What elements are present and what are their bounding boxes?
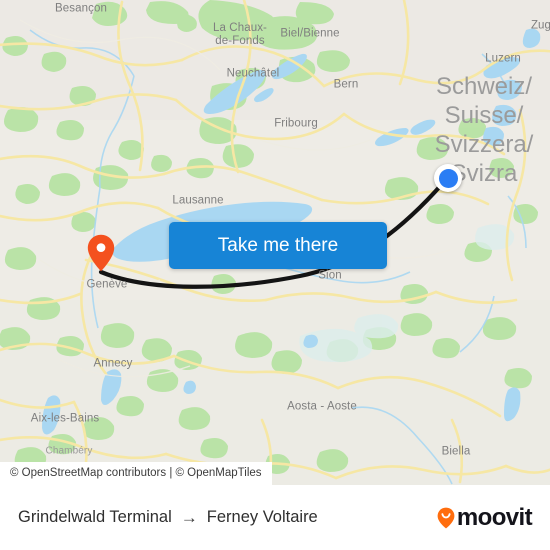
footer-bar: Grindelwald Terminal → Ferney Voltaire m…: [0, 485, 550, 550]
take-me-there-button[interactable]: Take me there: [169, 222, 387, 269]
map-attribution[interactable]: © OpenStreetMap contributors | © OpenMap…: [0, 462, 272, 485]
trip-summary: Grindelwald Terminal → Ferney Voltaire: [18, 508, 318, 527]
trip-origin-label: Grindelwald Terminal: [18, 508, 172, 526]
moovit-logo[interactable]: moovit: [437, 503, 533, 532]
trip-destination-label: Ferney Voltaire: [206, 508, 318, 526]
map-screen: Besançon La Chaux- de-Fonds Biel/Bienne …: [0, 0, 550, 550]
moovit-pin-icon: [437, 507, 455, 529]
arrow-right-icon: →: [180, 508, 198, 527]
destination-circle-dot-icon: [434, 164, 462, 192]
map-canvas[interactable]: Besançon La Chaux- de-Fonds Biel/Bienne …: [0, 0, 550, 485]
moovit-wordmark: moovit: [456, 503, 533, 531]
